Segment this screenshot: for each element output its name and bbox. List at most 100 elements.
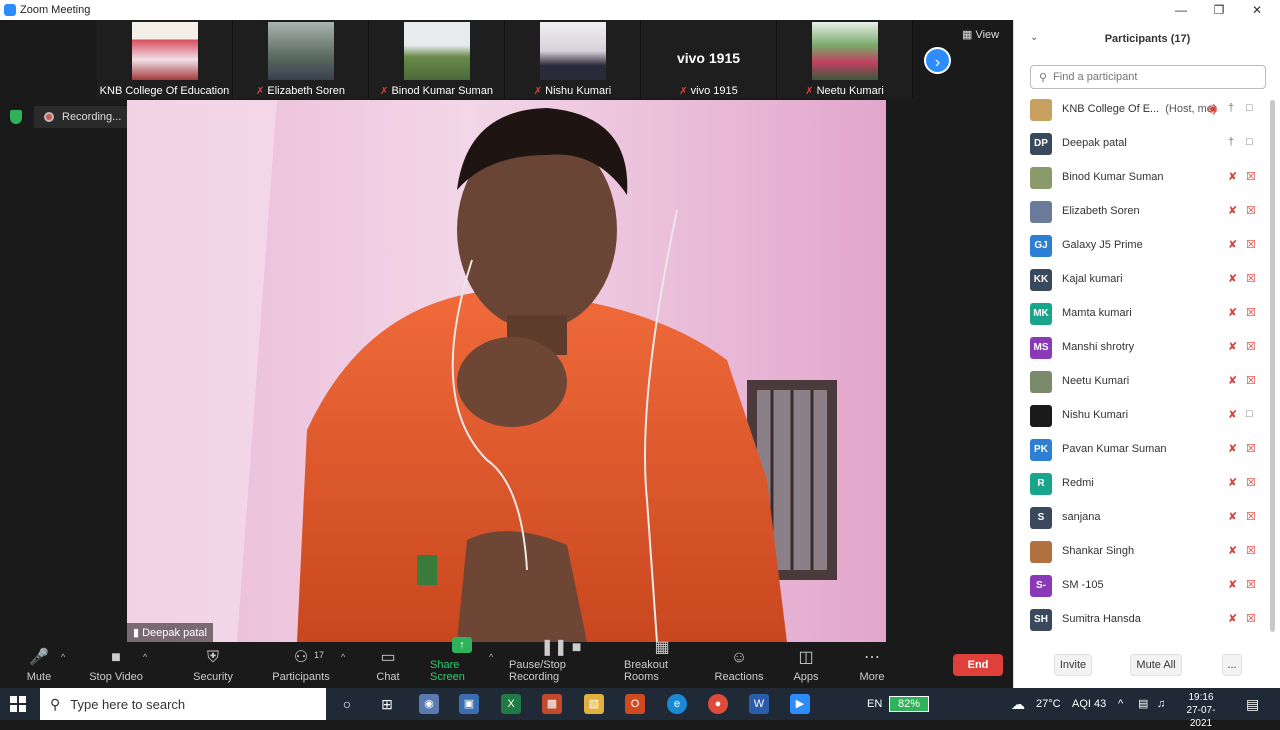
video-off-icon[interactable]: ☒ [1246,442,1256,455]
stop-video-button[interactable]: ■ Stop Video [88,642,144,688]
participant-row[interactable]: DP Deepak patal † □ [1014,127,1280,161]
mute-button[interactable]: 🎤 Mute [22,642,56,688]
encryption-shield-icon[interactable] [10,110,22,124]
video-off-icon[interactable]: ☒ [1246,374,1256,387]
system-clock[interactable]: 19:16 27-07-2021 [1178,691,1224,730]
file-explorer-icon[interactable]: ▧ [584,694,604,714]
video-off-icon[interactable]: ☒ [1246,578,1256,591]
participant-row[interactable]: Ssanjana ✘ ☒ [1014,501,1280,535]
muted-mic-icon[interactable]: ✘ [1228,340,1237,353]
taskbar-search-input[interactable]: ⚲ Type here to search [40,688,326,720]
battery-indicator[interactable]: 82% [889,696,929,712]
gallery-tile[interactable]: ✗ Neetu Kumari [777,20,913,98]
video-options-caret-icon[interactable]: ^ [143,652,147,662]
participant-search-input[interactable]: ⚲ Find a participant [1030,65,1266,89]
network-icon[interactable]: ▤ [1138,688,1148,720]
video-off-icon[interactable]: ☒ [1246,544,1256,557]
gallery-tile[interactable]: KNB College Of Education [97,20,233,98]
air-quality-index[interactable]: AQI 43 [1072,688,1106,720]
word-icon[interactable]: W [749,694,769,714]
share-screen-button[interactable]: ↑ Share Screen [430,637,494,688]
gallery-tile[interactable]: ✗ Elizabeth Soren [233,20,369,98]
more-button[interactable]: ⋯ More [858,642,886,688]
video-camera-icon[interactable]: □ [1246,408,1253,420]
view-button[interactable]: ▦ View [962,28,999,41]
security-button[interactable]: ⛨ Security [192,642,234,688]
muted-mic-icon[interactable]: ✘ [1228,204,1237,217]
muted-mic-icon[interactable]: ✘ [1228,612,1237,625]
close-icon[interactable]: ✕ [1238,0,1276,20]
windows-start-icon[interactable] [10,696,26,712]
zoom-taskbar-icon[interactable]: ▶ [790,694,810,714]
store-icon[interactable]: ▣ [459,694,479,714]
video-off-icon[interactable]: ☒ [1246,170,1256,183]
microphone-icon[interactable]: † [1228,102,1234,114]
participant-row[interactable]: KNB College Of E... (Host, me) ◉ † □ [1014,93,1280,127]
breakout-rooms-button[interactable]: ▦ Breakout Rooms [624,639,700,688]
invite-button[interactable]: Invite [1054,654,1092,676]
tray-chevron-icon[interactable]: ^ [1118,688,1123,720]
microphone-icon[interactable]: † [1228,136,1234,148]
participant-row[interactable]: GJ Galaxy J5 Prime ✘ ☒ [1014,229,1280,263]
video-off-icon[interactable]: ☒ [1246,510,1256,523]
participant-row[interactable]: KK Kajal kumari ✘ ☒ [1014,263,1280,297]
participant-row[interactable]: SH Sumitra Hansda ✘ ☒ [1014,603,1280,637]
video-off-icon[interactable]: ☒ [1246,204,1256,217]
minimize-icon[interactable]: — [1162,0,1200,20]
share-options-caret-icon[interactable]: ^ [489,652,493,662]
chat-button[interactable]: ▭ Chat [374,642,402,688]
chrome-icon[interactable]: ● [708,694,728,714]
gallery-tile[interactable]: ✗ Nishu Kumari [505,20,641,98]
next-page-button[interactable]: › [924,47,951,74]
video-camera-icon[interactable]: □ [1246,102,1253,114]
muted-mic-icon[interactable]: ✘ [1228,238,1237,251]
muted-mic-icon[interactable]: ✘ [1228,442,1237,455]
camera-app-icon[interactable]: ◉ [419,694,439,714]
notifications-icon[interactable]: ▤ [1246,688,1259,720]
gallery-tile[interactable]: ✗ Binod Kumar Suman [369,20,505,98]
muted-mic-icon[interactable]: ✘ [1228,544,1237,557]
muted-mic-icon[interactable]: ✘ [1228,578,1237,591]
muted-mic-icon[interactable]: ✘ [1228,306,1237,319]
excel-icon[interactable]: X [501,694,521,714]
participant-row[interactable]: MS Manshi shrotry ✘ ☒ [1014,331,1280,365]
app-icon[interactable]: ▩ [542,694,562,714]
panel-more-button[interactable]: ... [1222,654,1242,676]
muted-mic-icon[interactable]: ✘ [1228,170,1237,183]
task-view-icon[interactable]: ⊞ [377,694,397,714]
office-icon[interactable]: O [625,694,645,714]
participants-options-caret-icon[interactable]: ^ [341,652,345,662]
participant-row[interactable]: Neetu Kumari ✘ ☒ [1014,365,1280,399]
muted-mic-icon[interactable]: ✘ [1228,476,1237,489]
weather-temperature[interactable]: 27°C [1036,688,1061,720]
participant-row[interactable]: R Redmi ✘ ☒ [1014,467,1280,501]
participant-row[interactable]: PK Pavan Kumar Suman ✘ ☒ [1014,433,1280,467]
volume-icon[interactable]: ♫ [1157,688,1165,720]
participant-row[interactable]: Elizabeth Soren ✘ ☒ [1014,195,1280,229]
apps-button[interactable]: ◫ Apps [792,642,820,688]
video-camera-icon[interactable]: □ [1246,136,1253,148]
video-off-icon[interactable]: ☒ [1246,612,1256,625]
video-off-icon[interactable]: ☒ [1246,272,1256,285]
participant-row[interactable]: Nishu Kumari ✘ □ [1014,399,1280,433]
reactions-button[interactable]: ☺ Reactions [715,642,764,688]
video-off-icon[interactable]: ☒ [1246,306,1256,319]
mute-all-button[interactable]: Mute All [1130,654,1182,676]
muted-mic-icon[interactable]: ✘ [1228,408,1237,421]
video-off-icon[interactable]: ☒ [1246,238,1256,251]
participant-row[interactable]: Shankar Singh ✘ ☒ [1014,535,1280,569]
cortana-icon[interactable]: ○ [337,694,357,714]
gallery-tile[interactable]: vivo 1915 ✗ vivo 1915 [641,20,777,98]
video-off-icon[interactable]: ☒ [1246,476,1256,489]
collapse-chevron-icon[interactable]: ⌄ [1030,32,1038,43]
muted-mic-icon[interactable]: ✘ [1228,272,1237,285]
participant-row[interactable]: MK Mamta kumari ✘ ☒ [1014,297,1280,331]
pause-stop-recording-button[interactable]: ❚❚ ■ Pause/Stop Recording [509,639,613,688]
audio-options-caret-icon[interactable]: ^ [61,652,65,662]
participant-row[interactable]: S- SM -105 ✘ ☒ [1014,569,1280,603]
muted-mic-icon[interactable]: ✘ [1228,510,1237,523]
participant-row[interactable]: Binod Kumar Suman ✘ ☒ [1014,161,1280,195]
language-indicator[interactable]: EN [867,688,882,720]
muted-mic-icon[interactable]: ✘ [1228,374,1237,387]
video-off-icon[interactable]: ☒ [1246,340,1256,353]
